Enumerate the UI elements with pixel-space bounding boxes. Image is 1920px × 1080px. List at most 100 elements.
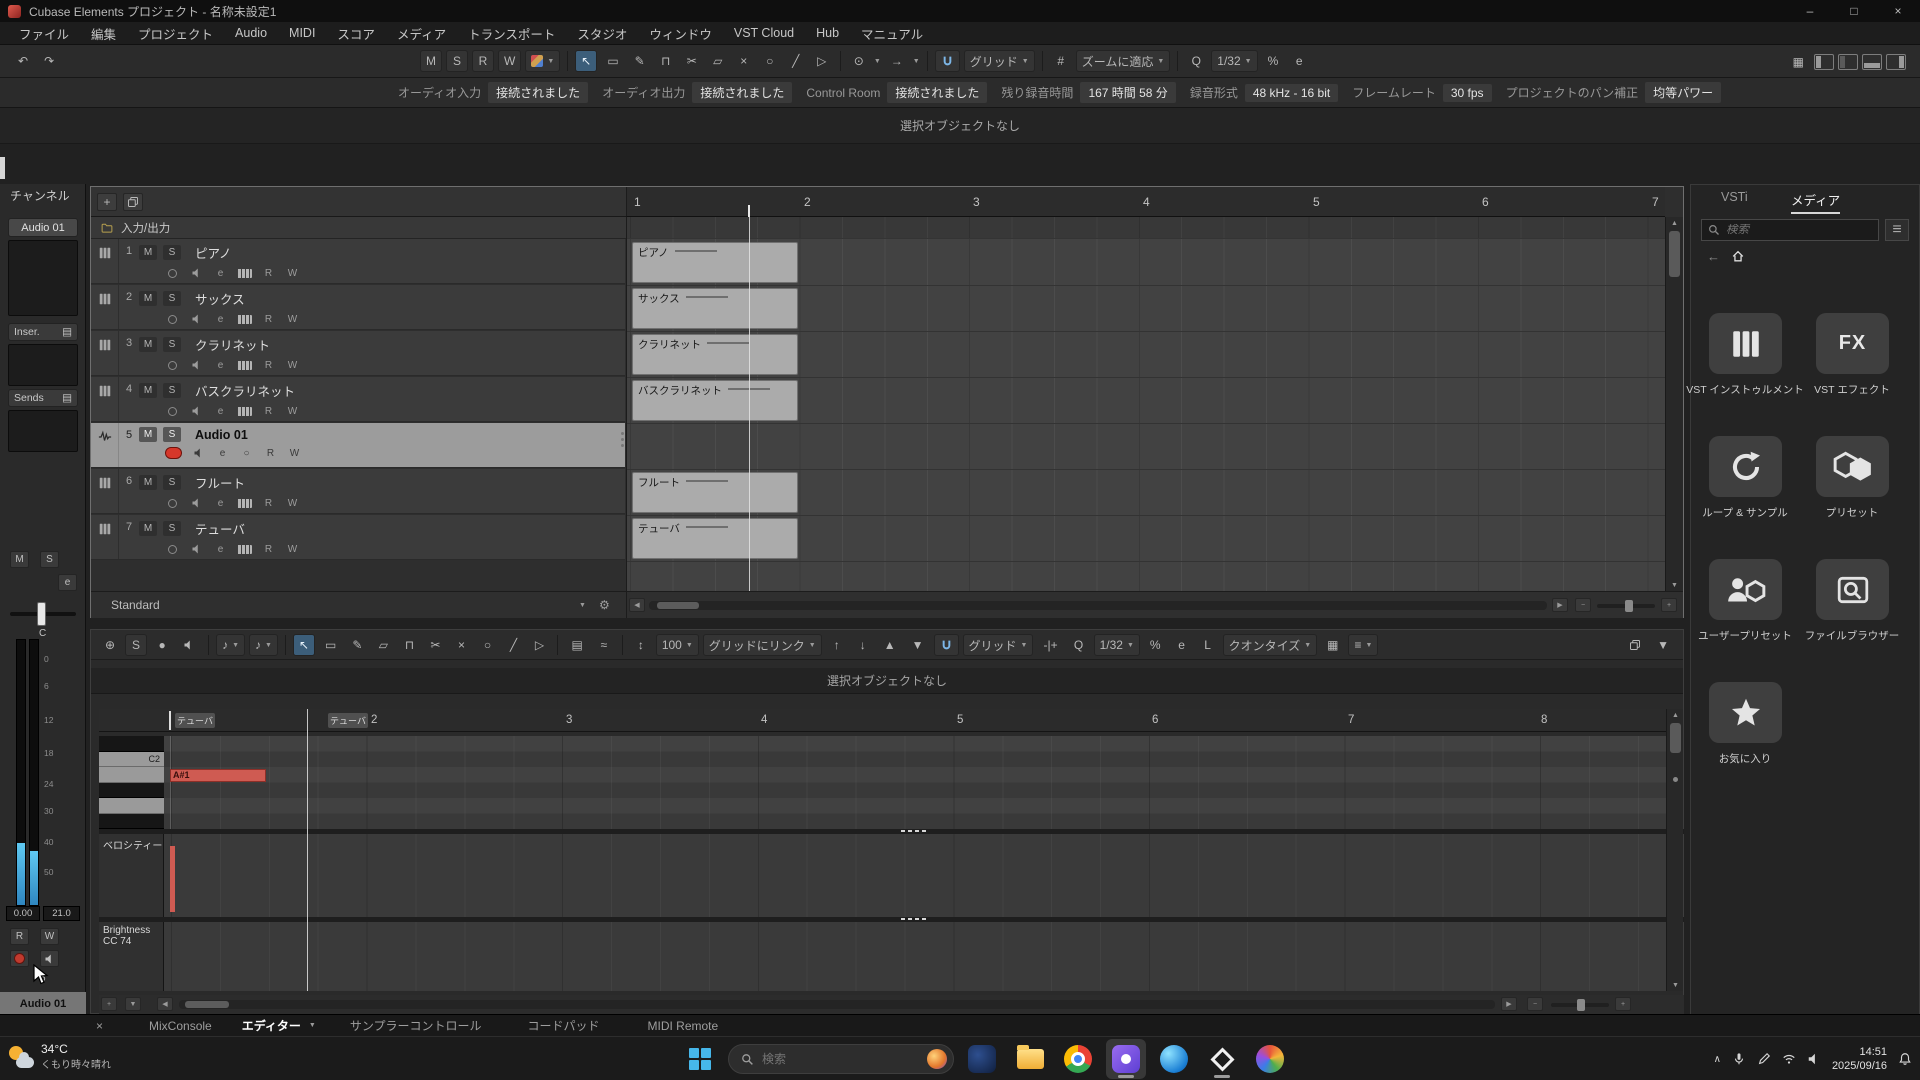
- velocity-bar[interactable]: [170, 846, 175, 912]
- insert-velocity-icon[interactable]: ↕: [630, 634, 652, 656]
- results-list-button[interactable]: ≡: [1885, 219, 1909, 241]
- solo-button[interactable]: S: [163, 475, 181, 490]
- split-tool[interactable]: ✂: [681, 50, 703, 72]
- editor-setup-icon[interactable]: ▼: [1651, 634, 1675, 656]
- auto-select-controllers-icon[interactable]: ▤: [565, 634, 588, 656]
- write-automation-button[interactable]: W: [285, 404, 300, 418]
- edit-channel-button[interactable]: e: [213, 312, 228, 326]
- read-automation-button[interactable]: R: [261, 496, 276, 510]
- read-automation-button[interactable]: R: [261, 266, 276, 280]
- record-enable-button[interactable]: [165, 404, 180, 418]
- scrollbar-thumb[interactable]: [1669, 231, 1680, 277]
- length-quantize-dropdown[interactable]: クオンタイズ▼: [1223, 634, 1318, 656]
- write-automation-button[interactable]: W: [285, 496, 300, 510]
- editor-split-tool[interactable]: ✂: [424, 634, 446, 656]
- tile-vst-effects[interactable]: FX: [1816, 313, 1889, 374]
- piano-key-c2[interactable]: C2: [99, 752, 164, 768]
- channel-edit-button[interactable]: e: [58, 574, 77, 591]
- edit-channel-button[interactable]: e: [213, 542, 228, 556]
- close-button[interactable]: ×: [1876, 0, 1920, 22]
- mute-button[interactable]: M: [139, 245, 157, 260]
- editor-ruler[interactable]: テューバ テューバ 2 3 4 5 6 7 8: [164, 709, 1666, 732]
- iterative-quantize-button[interactable]: %: [1262, 50, 1285, 72]
- open-instrument-button[interactable]: [237, 404, 252, 418]
- scrollbar-thumb[interactable]: [1670, 723, 1681, 753]
- edit-channel-button[interactable]: e: [215, 446, 230, 460]
- inserts-button[interactable]: Inser.▤: [8, 323, 78, 341]
- cc-lane[interactable]: [164, 922, 1666, 991]
- menu-item-file[interactable]: ファイル: [8, 24, 80, 43]
- window-layout-setup-icon[interactable]: ▦: [1787, 51, 1810, 73]
- automation-write-button[interactable]: W: [498, 50, 521, 72]
- arrange-area[interactable]: ピアノ サックス クラリネット バスクラリネット フルート テューバ: [626, 217, 1665, 591]
- track-visibility-button[interactable]: [123, 193, 143, 211]
- menu-item-hub[interactable]: Hub: [805, 26, 850, 40]
- transpose-octave-down-icon[interactable]: ▼: [906, 634, 930, 656]
- note-grid[interactable]: A#1: [164, 736, 1666, 829]
- microphone-icon[interactable]: [1732, 1052, 1746, 1066]
- grid-type-dropdown[interactable]: ズームに適応▼: [1076, 50, 1171, 72]
- tracklist-splitter[interactable]: [620, 432, 624, 454]
- pen-icon[interactable]: [1757, 1052, 1771, 1066]
- cubase-taskbar-icon[interactable]: [1202, 1039, 1242, 1079]
- tray-chevron-up-icon[interactable]: ∧: [1714, 1054, 1721, 1065]
- track-name[interactable]: ピアノ: [195, 243, 231, 262]
- snap-type-dropdown[interactable]: グリッド▼: [964, 50, 1035, 72]
- tab-vsti[interactable]: VSTi: [1721, 190, 1748, 207]
- tab-midi-remote[interactable]: MIDI Remote: [648, 1019, 719, 1033]
- write-automation-button[interactable]: W: [285, 266, 300, 280]
- track-row-6[interactable]: 6 M S フルート e R W: [91, 469, 625, 514]
- search-highlight-icon[interactable]: [927, 1049, 947, 1069]
- part-name-tab[interactable]: テューバ: [175, 713, 215, 728]
- listen-button[interactable]: ○: [239, 446, 254, 460]
- length-grid-link-dropdown[interactable]: グリッドにリンク▼: [703, 634, 822, 656]
- redo-button[interactable]: ↷: [38, 50, 60, 72]
- track-name[interactable]: バスクラリネット: [195, 381, 295, 400]
- track-row-1[interactable]: 1 M S ピアノ e R W: [91, 239, 625, 284]
- start-button[interactable]: [680, 1039, 720, 1079]
- tab-chord-pads[interactable]: コードパッド: [527, 1017, 599, 1034]
- zoom-handle[interactable]: [1577, 999, 1585, 1011]
- mute-button[interactable]: M: [139, 475, 157, 490]
- mute-tool[interactable]: ×: [733, 50, 755, 72]
- quantize-panel-button[interactable]: e: [1288, 50, 1310, 72]
- menu-item-scores[interactable]: スコア: [326, 24, 386, 43]
- notification-bell-icon[interactable]: [1898, 1052, 1912, 1066]
- tile-loops-samples[interactable]: [1709, 436, 1782, 497]
- home-icon[interactable]: [1731, 249, 1745, 263]
- editor-erase-tool[interactable]: ▱: [372, 634, 394, 656]
- monitor-button[interactable]: [189, 542, 204, 556]
- editor-mute-tool[interactable]: ×: [450, 634, 472, 656]
- zoom-out-button[interactable]: −: [1575, 598, 1591, 612]
- show-note-expression-icon[interactable]: ≈: [593, 634, 615, 656]
- scrollbar-track[interactable]: [179, 1000, 1495, 1009]
- track-name[interactable]: クラリネット: [195, 335, 270, 354]
- transpose-octave-up-icon[interactable]: ▲: [878, 634, 902, 656]
- crosshair-icon[interactable]: ⊕: [99, 634, 121, 656]
- gear-icon[interactable]: ⚙: [599, 598, 610, 612]
- global-solo-button[interactable]: S: [446, 50, 468, 72]
- part-borders-icon[interactable]: ▦: [1321, 634, 1344, 656]
- editor-range-tool[interactable]: ▭: [319, 634, 342, 656]
- zoom-in-button[interactable]: +: [1615, 997, 1631, 1011]
- glue-tool[interactable]: ⊓: [655, 50, 677, 72]
- piano-key-white[interactable]: [99, 798, 164, 814]
- fader-handle[interactable]: [37, 602, 46, 626]
- arrange-horizontal-scrollbar[interactable]: ◀ ▶ − +: [626, 591, 1683, 618]
- menu-item-studio[interactable]: スタジオ: [566, 24, 638, 43]
- write-automation-button[interactable]: W: [285, 542, 300, 556]
- editor-draw-tool[interactable]: ✎: [346, 634, 368, 656]
- tab-editor[interactable]: エディター: [242, 1017, 301, 1034]
- scroll-right-icon[interactable]: ▶: [1501, 997, 1517, 1011]
- tile-file-browser[interactable]: [1816, 559, 1889, 620]
- automation-read-button[interactable]: R: [472, 50, 494, 72]
- channel-read-button[interactable]: R: [10, 928, 29, 945]
- quantize-preset-dropdown[interactable]: 1/32▼: [1211, 50, 1257, 72]
- maximize-button[interactable]: □: [1832, 0, 1876, 22]
- track-row-3[interactable]: 3 M S クラリネット e R W: [91, 331, 625, 376]
- right-zone-toggle[interactable]: [1886, 54, 1906, 70]
- solo-button[interactable]: S: [163, 427, 181, 442]
- solo-editor-button[interactable]: S: [125, 634, 147, 656]
- edge-icon[interactable]: [1154, 1039, 1194, 1079]
- scrollbar-thumb[interactable]: [185, 1001, 229, 1008]
